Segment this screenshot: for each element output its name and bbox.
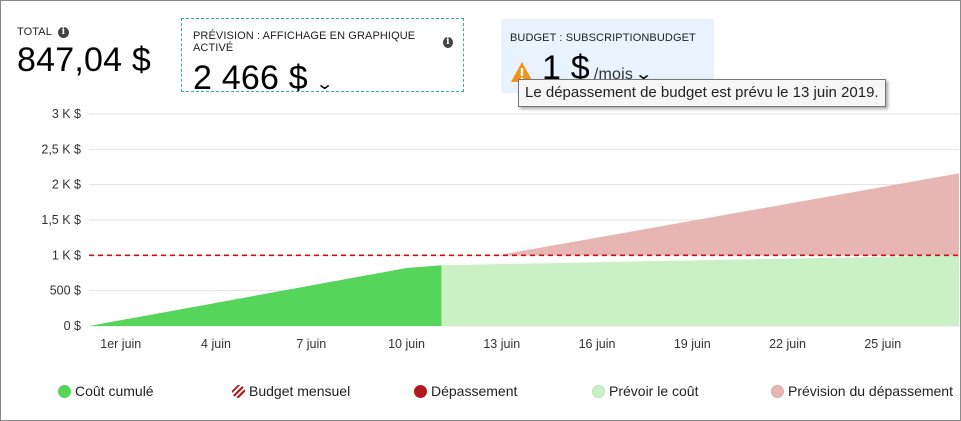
legend-label: Budget mensuel	[249, 383, 351, 399]
y-tick-label: 3 K $	[52, 107, 81, 121]
y-tick-label: 2 K $	[52, 178, 81, 192]
x-tick-label: 22 juin	[769, 337, 806, 351]
forecast-kpi[interactable]: PRÉVISION : AFFICHAGE EN GRAPHIQUE ACTIV…	[181, 18, 464, 97]
total-kpi: TOTAL i 847,04 $	[17, 26, 151, 80]
x-tick-label: 1er juin	[100, 337, 141, 351]
x-tick-label: 13 juin	[483, 337, 520, 351]
legend-item[interactable]: Prévision du dépassement	[771, 383, 953, 399]
info-icon[interactable]: i	[57, 26, 69, 38]
chart-legend: Coût cumulé Budget mensuel Dépassement Prév…	[1, 377, 960, 407]
overage-tooltip: Le dépassement de budget est prévu le 13…	[518, 79, 886, 107]
legend-swatch	[232, 384, 245, 398]
forecast-value: 2 466 $	[193, 59, 308, 97]
legend-swatch	[414, 384, 427, 398]
y-tick-label: 0 $	[64, 319, 81, 333]
forecast-value-row: 2 466 $ ⌄	[193, 58, 453, 105]
y-tick-label: 500 $	[50, 284, 81, 298]
legend-item[interactable]: Coût cumulé	[58, 383, 154, 399]
x-tick-label: 7 juin	[296, 337, 326, 351]
legend-swatch	[771, 384, 784, 398]
x-tick-label: 25 juin	[864, 337, 901, 351]
budget-label: BUDGET : SUBSCRIPTIONBUDGET	[510, 32, 696, 44]
y-tick-label: 2,5 K $	[41, 142, 81, 156]
info-icon[interactable]: i	[442, 36, 453, 48]
legend-swatch	[592, 384, 605, 398]
y-tick-label: 1,5 K $	[41, 213, 81, 227]
legend-item[interactable]: Budget mensuel	[232, 383, 350, 399]
forecast-label: PRÉVISION : AFFICHAGE EN GRAPHIQUE ACTIV…	[193, 30, 416, 54]
legend-label: Coût cumulé	[75, 383, 154, 399]
total-value: 847,04 $	[17, 41, 151, 79]
y-tick-label: 1 K $	[52, 248, 81, 262]
budget-kpi-label-row: BUDGET : SUBSCRIPTIONBUDGET	[510, 32, 706, 44]
cumulative-cost-area	[89, 265, 442, 326]
forecast-kpi-label-row: PRÉVISION : AFFICHAGE EN GRAPHIQUE ACTIV…	[193, 30, 453, 54]
cost-chart: 0 $ 500 $ 1 K $ 1,5 K $ 2 K $ 2,5 K $ 3 K $ 1er…	[41, 107, 959, 351]
overage-forecast-area	[497, 173, 959, 256]
legend-label: Dépassement	[431, 383, 518, 399]
chevron-down-icon[interactable]: ⌄	[315, 65, 334, 105]
forecast-area	[441, 255, 959, 326]
x-tick-label: 16 juin	[579, 337, 616, 351]
legend-label: Prévision du dépassement	[788, 383, 953, 399]
x-tick-label: 10 juin	[388, 337, 425, 351]
total-kpi-label-row: TOTAL i	[17, 26, 151, 38]
x-tick-label: 4 juin	[201, 337, 231, 351]
legend-item[interactable]: Prévoir le coût	[592, 383, 698, 399]
total-label: TOTAL	[17, 26, 52, 38]
legend-swatch	[58, 384, 71, 398]
cost-analysis-panel: TOTAL i 847,04 $ PRÉVISION : AFFICHAGE E…	[0, 0, 961, 421]
legend-label: Prévoir le coût	[609, 383, 699, 399]
legend-item[interactable]: Dépassement	[414, 383, 517, 399]
x-tick-label: 19 juin	[674, 337, 711, 351]
